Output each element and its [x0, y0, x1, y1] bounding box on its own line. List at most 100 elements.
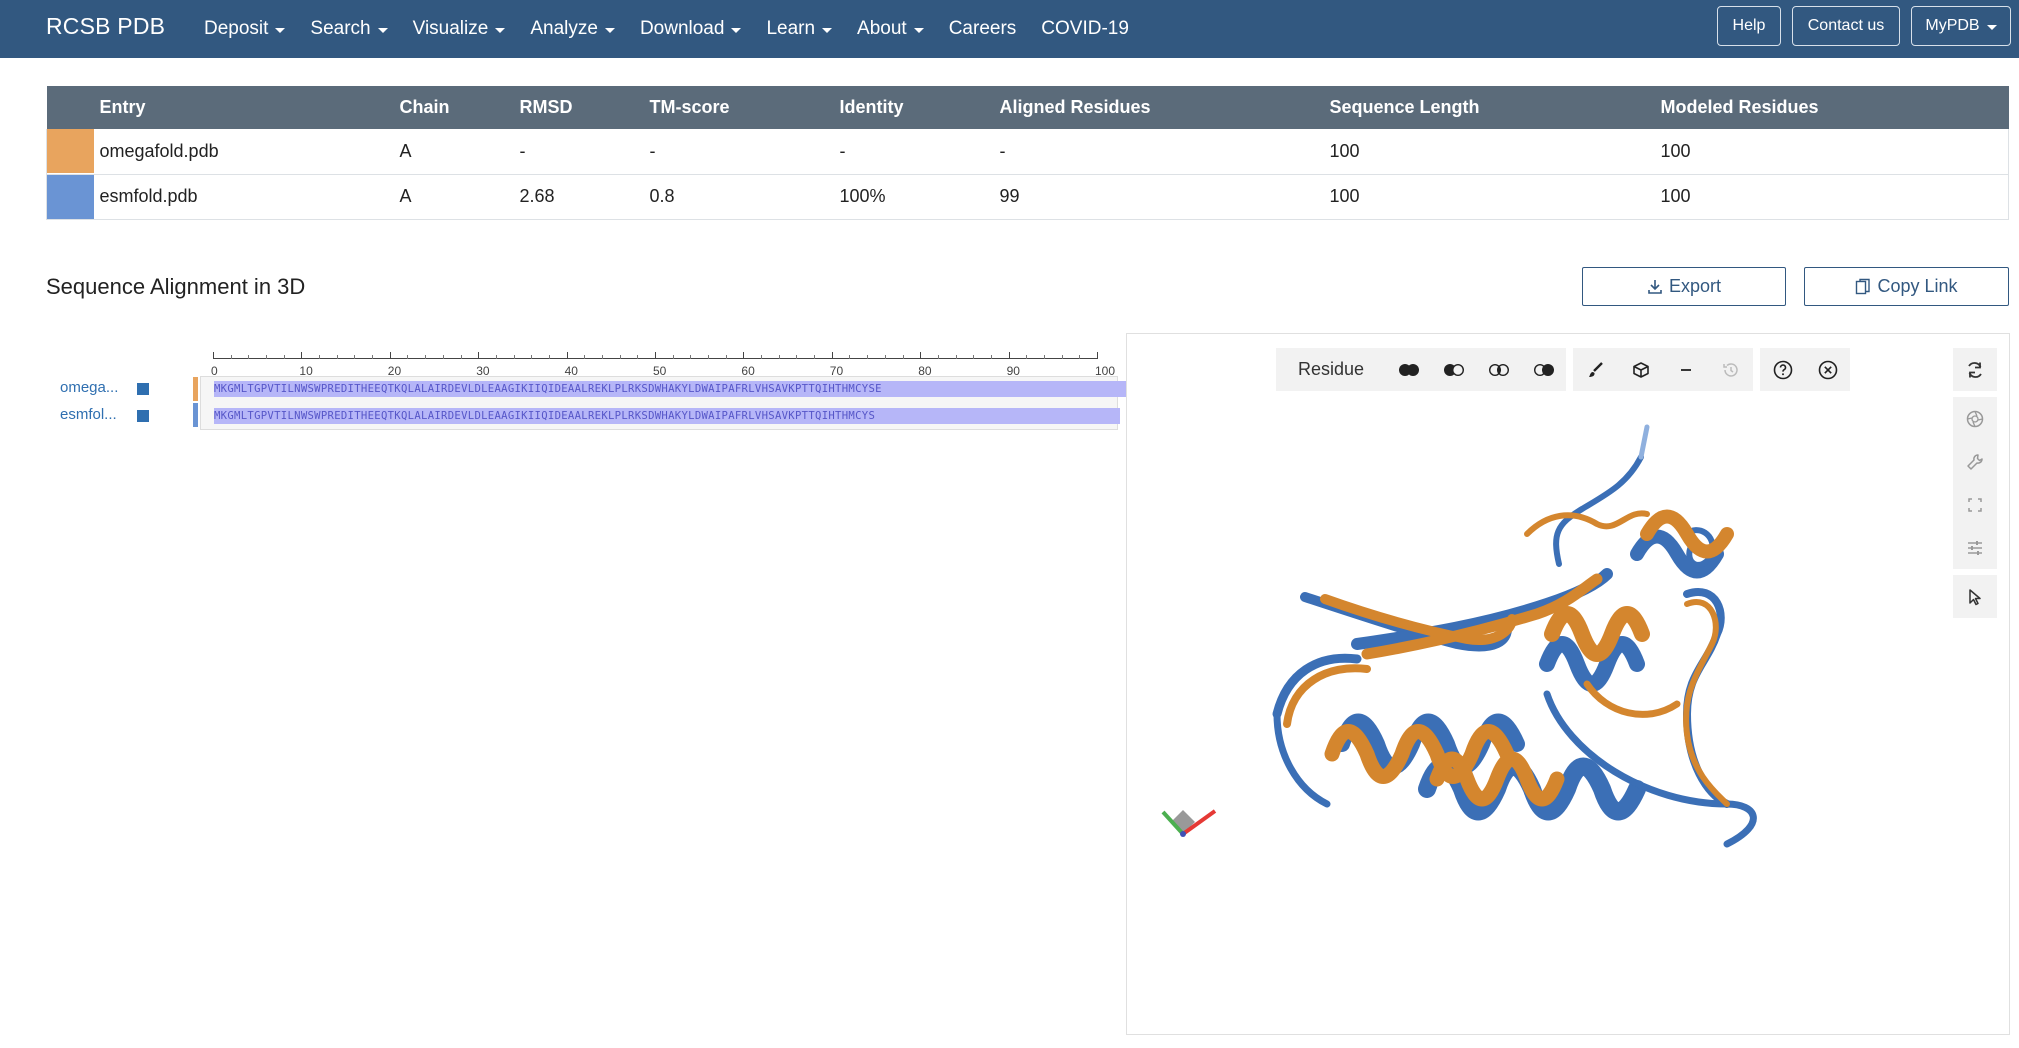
- nav-download[interactable]: Download: [640, 18, 742, 40]
- structure-canvas[interactable]: [1127, 334, 2009, 1034]
- caret-down-icon: [275, 27, 286, 33]
- cell-sequence-length: 100: [1329, 129, 1661, 175]
- nav-analyze[interactable]: Analyze: [530, 18, 615, 40]
- minus-icon[interactable]: [1663, 348, 1708, 391]
- ruler-minor-tick: [601, 355, 603, 359]
- ruler-major-tick: [743, 352, 745, 359]
- mypdb-button[interactable]: MyPDB: [1911, 6, 2011, 46]
- table-row: omegafold.pdb A - - - - 100 100: [46, 129, 2009, 175]
- nav-right-buttons: Help Contact us MyPDB: [1717, 6, 2011, 46]
- nav-about[interactable]: About: [857, 18, 924, 40]
- contact-us-button[interactable]: Contact us: [1792, 6, 1900, 46]
- ruler-minor-tick: [1079, 355, 1081, 359]
- camera-shutter-icon[interactable]: [1953, 397, 1997, 440]
- color-swatch: [47, 174, 94, 219]
- nav-careers[interactable]: Careers: [949, 18, 1017, 40]
- ruler-major-tick: [655, 352, 656, 359]
- cube-icon[interactable]: [1618, 348, 1663, 391]
- position-ruler: 0 10 20 30 40 50 60 70 80 90 100: [211, 346, 1115, 378]
- ruler-minor-tick: [902, 355, 904, 359]
- intersect-icon[interactable]: [1476, 348, 1521, 391]
- ruler-minor-tick: [495, 355, 497, 359]
- caret-down-icon: [1986, 24, 1997, 30]
- help-button[interactable]: Help: [1717, 6, 1781, 46]
- ruler-minor-tick: [637, 355, 639, 359]
- nav-search[interactable]: Search: [310, 18, 388, 40]
- molstar-3d-viewer[interactable]: Residue: [1126, 333, 2010, 1035]
- sequence-label-omegafold[interactable]: omega...: [60, 379, 118, 396]
- esmfold-structure: [1272, 424, 1757, 848]
- ruler-minor-tick: [867, 355, 869, 359]
- ruler-minor-tick: [548, 355, 550, 359]
- ruler-minor-tick: [778, 355, 780, 359]
- set-selection-icon[interactable]: [1521, 348, 1566, 391]
- caret-down-icon: [913, 27, 924, 33]
- caret-down-icon: [731, 27, 742, 33]
- cell-tm-score: -: [649, 129, 840, 175]
- table-row: esmfold.pdb A 2.68 0.8 100% 99 100 100: [46, 174, 2009, 220]
- cell-identity: 100%: [839, 174, 1000, 220]
- copy-icon: [1856, 278, 1871, 295]
- fullscreen-icon[interactable]: [1953, 483, 1997, 526]
- nav-deposit[interactable]: Deposit: [204, 18, 286, 40]
- table-header-modeled-residues: Modeled Residues: [1660, 97, 1819, 117]
- color-swatch: [47, 129, 94, 174]
- settings-sliders-icon[interactable]: [1953, 526, 1997, 569]
- section-title: Sequence Alignment in 3D: [46, 274, 306, 299]
- ruler-major-tick: [213, 352, 214, 359]
- ruler-minor-tick: [690, 355, 692, 359]
- cell-tm-score: 0.8: [649, 174, 840, 220]
- ruler-minor-tick: [248, 355, 250, 359]
- copy-link-button[interactable]: Copy Link: [1804, 267, 2009, 306]
- nav-visualize[interactable]: Visualize: [413, 18, 506, 40]
- ruler-major-tick: [478, 352, 480, 359]
- toolbar-group-actions: [1573, 348, 1754, 391]
- ruler-minor-tick: [425, 355, 427, 359]
- ruler-major-tick: [389, 352, 391, 359]
- caret-down-icon: [377, 27, 388, 33]
- download-icon: [1648, 279, 1662, 294]
- pointer-icon[interactable]: [1953, 575, 1997, 618]
- main-nav: Deposit Search Visualize Analyze Downloa…: [204, 0, 1154, 58]
- table-header-entry: Entry: [99, 97, 146, 117]
- help-icon[interactable]: [1760, 348, 1805, 391]
- selection-mode-label[interactable]: Residue: [1276, 359, 1386, 380]
- ruler-major-tick: [831, 352, 833, 359]
- ruler-minor-tick: [708, 355, 710, 359]
- table-header-sequence-length: Sequence Length: [1329, 97, 1480, 117]
- export-button[interactable]: Export: [1582, 267, 1786, 306]
- table-header-rmsd: RMSD: [519, 97, 573, 117]
- rcsb-pdb-logo[interactable]: RCSB PDB: [46, 13, 165, 40]
- ruler-major-tick: [1008, 352, 1010, 359]
- close-icon[interactable]: [1805, 348, 1850, 391]
- ruler-minor-tick: [849, 355, 851, 359]
- table-header-tm-score: TM-score: [649, 97, 730, 117]
- ruler-minor-tick: [230, 355, 232, 359]
- ruler-minor-tick: [1026, 355, 1028, 359]
- ruler-major-tick: [301, 352, 303, 359]
- sequence-color-marker: [137, 383, 149, 395]
- cell-chain: A: [399, 129, 520, 175]
- cell-aligned-residues: -: [999, 129, 1330, 175]
- brush-icon[interactable]: [1573, 348, 1618, 391]
- nav-covid[interactable]: COVID-19: [1041, 18, 1129, 40]
- reset-view-icon[interactable]: [1953, 348, 1997, 391]
- sequence-color-bar: [193, 403, 198, 427]
- ruler-major-tick: [920, 352, 922, 359]
- sequence-label-esmfold[interactable]: esmfol...: [60, 406, 117, 423]
- sequence-color-bar: [193, 377, 198, 401]
- ruler-minor-tick: [990, 355, 992, 359]
- ruler-minor-tick: [460, 355, 462, 359]
- nav-learn[interactable]: Learn: [766, 18, 833, 40]
- ruler-minor-tick: [761, 355, 763, 359]
- ruler-minor-tick: [336, 355, 338, 359]
- toolbar-group-help: [1760, 348, 1851, 391]
- alignment-results-table: Entry Chain RMSD TM-score Identity Align…: [46, 86, 2009, 220]
- wrench-icon[interactable]: [1953, 440, 1997, 483]
- table-header-identity: Identity: [839, 97, 904, 117]
- union-icon[interactable]: [1386, 348, 1431, 391]
- ruler-major-tick: [1097, 352, 1098, 359]
- subtract-icon[interactable]: [1431, 348, 1476, 391]
- sequence-color-marker: [137, 410, 149, 422]
- ruler-minor-tick: [796, 355, 798, 359]
